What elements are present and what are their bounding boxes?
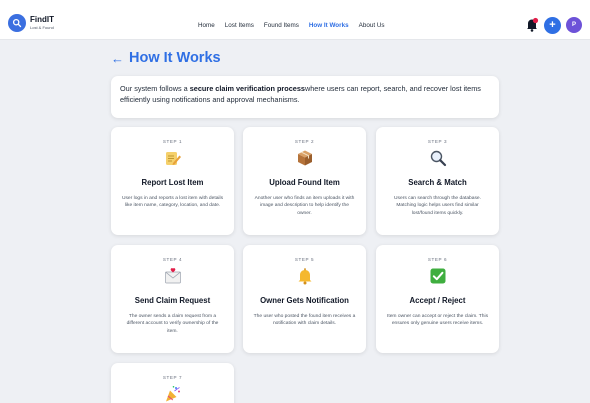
step-card-2: STEP 2 Upload Found Item Another user wh… xyxy=(243,127,366,235)
step-description: Item owner can accept or reject the clai… xyxy=(386,314,489,327)
step-title: Owner Gets Notification xyxy=(260,296,349,305)
intro-text-before: Our system follows a xyxy=(120,84,190,93)
navbar: FindIT Lost & Found Home Lost Items Foun… xyxy=(0,10,590,40)
step-card-5: STEP 5 Owner Gets Notification The user … xyxy=(243,245,366,353)
plus-icon[interactable]: + xyxy=(544,16,561,34)
step-label: STEP 3 xyxy=(427,139,448,144)
step-description: The user who posted the found item recei… xyxy=(253,314,356,327)
step-label: STEP 4 xyxy=(162,257,183,262)
main-nav: Home Lost Items Found Items How It Works… xyxy=(198,10,395,40)
nav-link-how-it-works[interactable]: How It Works xyxy=(309,22,349,29)
step-card-4: STEP 4 Send Claim Request The owner send… xyxy=(111,245,234,353)
step-description: Another user who finds an item uploads i… xyxy=(254,196,355,216)
step-description: Users can search through the database. M… xyxy=(394,196,481,216)
step-card-3: STEP 3 Search & Match Users can search t… xyxy=(376,127,499,235)
nav-link-lost-items[interactable]: Lost Items xyxy=(225,22,254,29)
intro-text-bold: secure claim verification process xyxy=(189,84,305,93)
brand-tagline: Lost & Found xyxy=(30,25,54,30)
step-description: The owner sends a claim request from a d… xyxy=(126,314,219,334)
brand[interactable]: FindIT Lost & Found xyxy=(8,14,54,32)
party-popper-icon xyxy=(165,386,180,402)
step-label: STEP 1 xyxy=(162,139,183,144)
package-box-icon xyxy=(297,150,312,166)
nav-link-home[interactable]: Home xyxy=(198,22,215,29)
step-title: Send Claim Request xyxy=(134,296,211,305)
search-icon xyxy=(8,14,26,32)
nav-actions: + P xyxy=(520,10,582,40)
step-card-7: STEP 7 xyxy=(111,363,234,403)
memo-pencil-icon xyxy=(165,152,181,165)
brand-name: FindIT xyxy=(30,15,54,24)
step-description: User logs in and reports a lost item wit… xyxy=(121,196,224,209)
step-label: STEP 2 xyxy=(294,139,315,144)
step-card-6: STEP 6 Accept / Reject Item owner can ac… xyxy=(376,245,499,353)
step-title: Report Lost Item xyxy=(141,178,204,187)
step-label: STEP 7 xyxy=(162,375,183,380)
bell-icon xyxy=(298,268,311,285)
envelope-icon xyxy=(164,268,181,284)
page-header: ← How It Works xyxy=(111,50,221,66)
bell-icon[interactable] xyxy=(525,17,539,33)
nav-link-about-us[interactable]: About Us xyxy=(359,22,385,29)
step-card-1: STEP 1 Report Lost Item User logs in and… xyxy=(111,127,234,235)
top-strip xyxy=(0,0,590,10)
step-title: Search & Match xyxy=(408,178,467,187)
nav-link-found-items[interactable]: Found Items xyxy=(264,22,299,29)
step-title: Upload Found Item xyxy=(269,178,340,187)
page-title: How It Works xyxy=(129,50,221,66)
intro-card: Our system follows a secure claim verifi… xyxy=(111,76,499,118)
magnifier-icon xyxy=(430,150,446,167)
step-label: STEP 5 xyxy=(294,257,315,262)
step-title: Accept / Reject xyxy=(409,296,466,305)
arrow-left-icon[interactable]: ← xyxy=(111,52,124,65)
check-box-icon xyxy=(430,268,445,284)
step-label: STEP 6 xyxy=(427,257,448,262)
avatar[interactable]: P xyxy=(566,17,582,33)
